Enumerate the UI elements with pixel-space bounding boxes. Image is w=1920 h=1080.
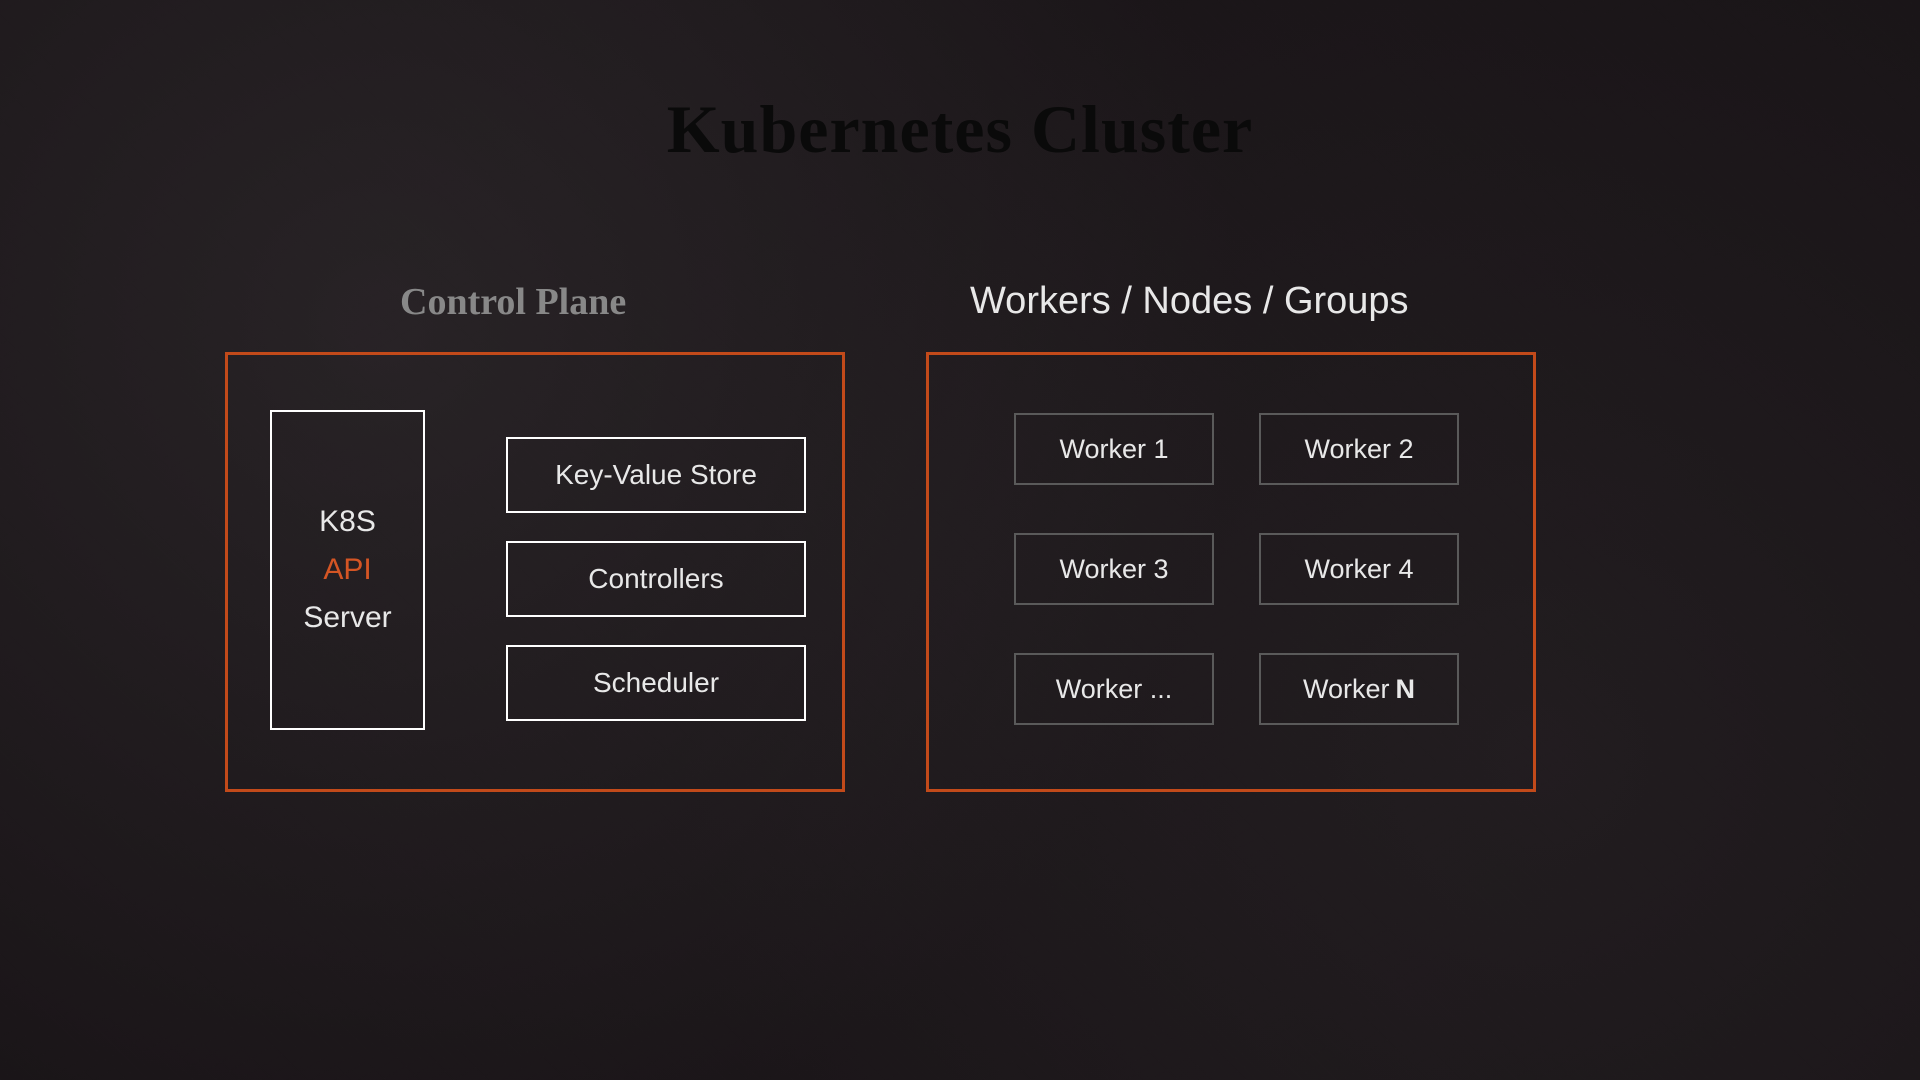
diagram-title: Kubernetes Cluster — [667, 90, 1253, 169]
api-server-box: K8S API Server — [270, 410, 425, 730]
worker-2-box: Worker 2 — [1259, 413, 1459, 485]
scheduler-box: Scheduler — [506, 645, 806, 721]
worker-n-prefix: Worker — [1303, 674, 1390, 705]
control-plane-panel: K8S API Server Key-Value Store Controlle… — [225, 352, 845, 792]
api-line-k8s: K8S — [319, 505, 376, 539]
worker-n-suffix: N — [1396, 674, 1416, 705]
workers-section-title: Workers / Nodes / Groups — [970, 280, 1409, 323]
worker-4-box: Worker 4 — [1259, 533, 1459, 605]
api-line-server: Server — [303, 601, 391, 635]
control-plane-section-title: Control Plane — [400, 280, 626, 324]
workers-panel: Worker 1 Worker 2 Worker 3 Worker 4 Work… — [926, 352, 1536, 792]
worker-3-box: Worker 3 — [1014, 533, 1214, 605]
worker-ellipsis-box: Worker ... — [1014, 653, 1214, 725]
controllers-box: Controllers — [506, 541, 806, 617]
api-line-api: API — [323, 553, 371, 587]
worker-1-box: Worker 1 — [1014, 413, 1214, 485]
key-value-store-box: Key-Value Store — [506, 437, 806, 513]
worker-n-box: Worker N — [1259, 653, 1459, 725]
